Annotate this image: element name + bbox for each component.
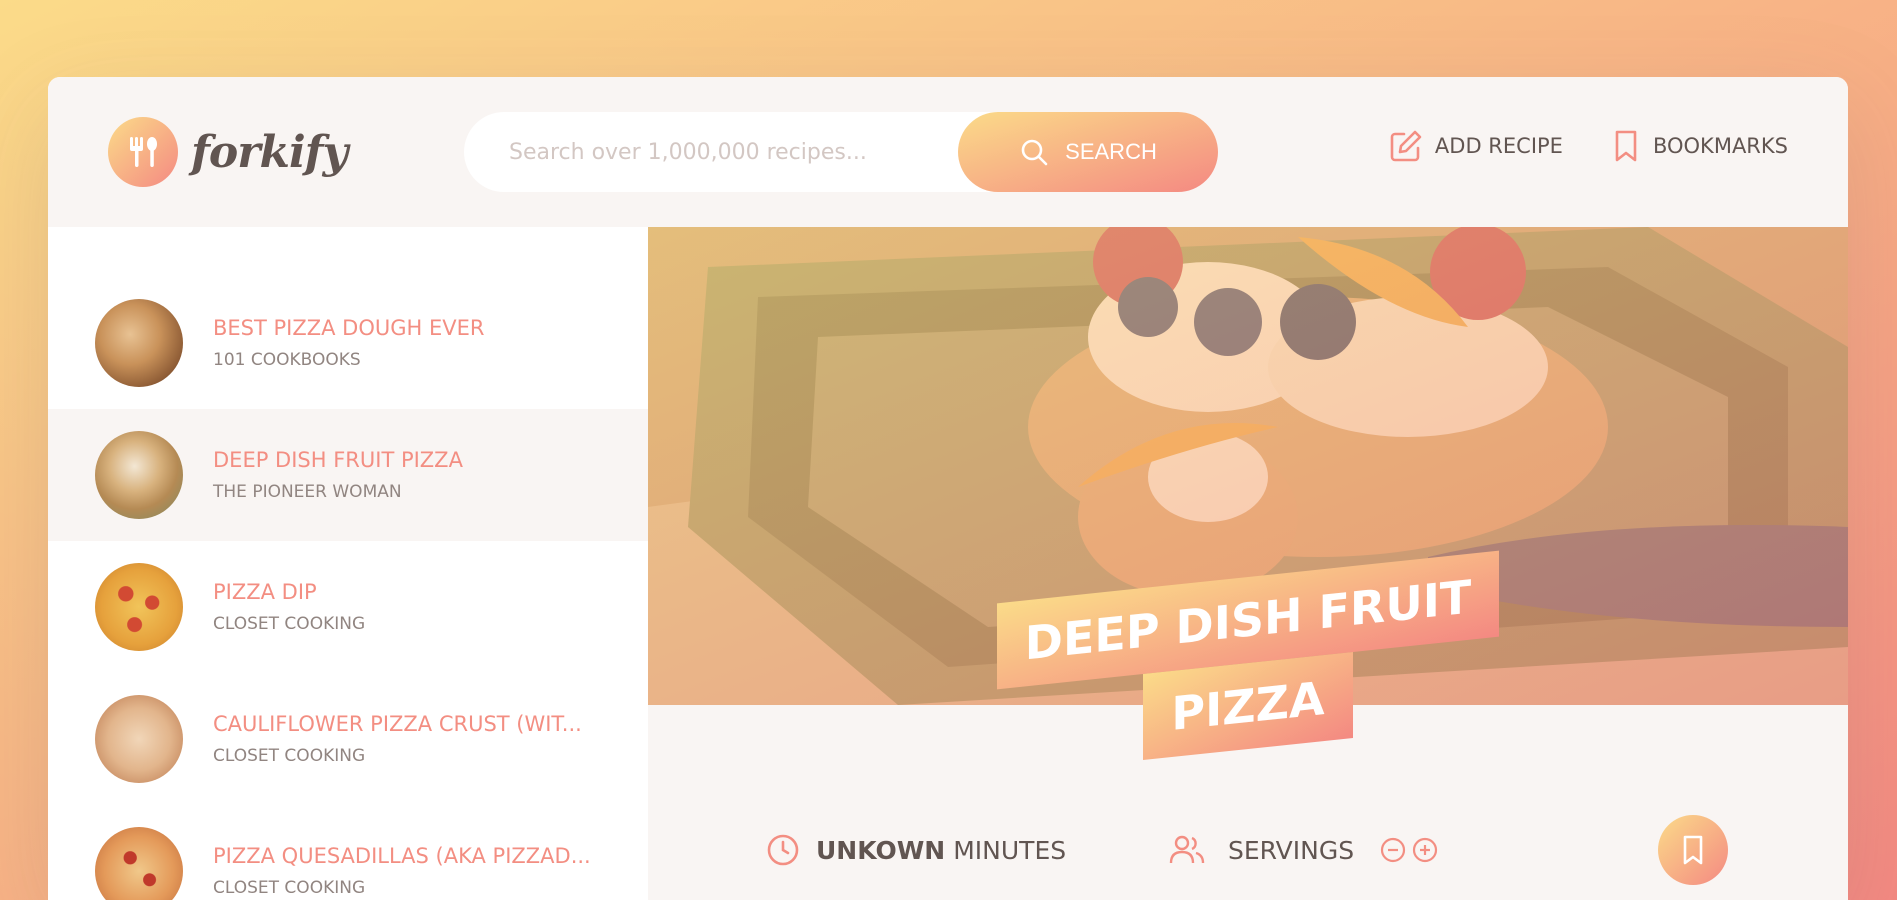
result-publisher: CLOSET COOKING [213, 614, 366, 634]
recipe-thumbnail [95, 299, 183, 387]
result-item[interactable]: CAULIFLOWER PIZZA CRUST (WIT... CLOSET C… [48, 673, 648, 805]
result-item[interactable]: PIZZA QUESADILLAS (AKA PIZZAD... CLOSET … [48, 805, 648, 900]
search-icon [1021, 139, 1048, 166]
header: forkify SEARCH ADD RECIPE [48, 77, 1848, 227]
fork-spoon-icon [108, 117, 178, 187]
add-recipe-label: ADD RECIPE [1434, 134, 1563, 158]
recipe-thumbnail [95, 695, 183, 783]
search-bar: SEARCH [464, 112, 1218, 192]
recipe-view: DEEP DISH FRUIT PIZZA UNKOWN MINUTES SER… [648, 227, 1848, 900]
recipe-thumbnail [95, 431, 183, 519]
app-container: forkify SEARCH ADD RECIPE [48, 77, 1848, 900]
recipe-thumbnail [95, 563, 183, 651]
edit-icon [1390, 130, 1422, 162]
users-icon [1169, 835, 1205, 864]
nav: ADD RECIPE BOOKMARKS [1341, 129, 1788, 163]
time-unit: MINUTES [953, 835, 1067, 865]
servings: SERVINGS [1168, 833, 1438, 867]
result-title: BEST PIZZA DOUGH EVER [213, 316, 485, 340]
recipe-thumbnail [95, 827, 183, 900]
result-title: DEEP DISH FRUIT PIZZA [213, 448, 463, 472]
bookmark-icon [1615, 130, 1637, 162]
search-button-label: SEARCH [1065, 139, 1157, 164]
result-publisher: THE PIONEER WOMAN [213, 482, 402, 502]
logo[interactable]: forkify [108, 117, 348, 187]
logo-text: forkify [191, 126, 348, 178]
add-recipe-button[interactable]: ADD RECIPE [1389, 129, 1563, 163]
bookmarks-label: BOOKMARKS [1652, 134, 1788, 158]
search-button[interactable]: SEARCH [958, 112, 1218, 192]
time-value: UNKOWN [816, 835, 946, 865]
result-title: CAULIFLOWER PIZZA CRUST (WIT... [213, 712, 582, 736]
cooking-time: UNKOWN MINUTES [766, 833, 1066, 867]
minus-circle-icon[interactable] [1380, 837, 1406, 863]
result-item[interactable]: BEST PIZZA DOUGH EVER 101 COOKBOOKS [48, 277, 648, 409]
result-publisher: CLOSET COOKING [213, 746, 366, 766]
result-title: PIZZA QUESADILLAS (AKA PIZZAD... [213, 844, 591, 868]
result-publisher: CLOSET COOKING [213, 878, 366, 898]
bookmark-icon [1683, 835, 1703, 865]
servings-label: SERVINGS [1228, 835, 1355, 865]
clock-icon [767, 834, 799, 866]
bookmarks-button[interactable]: BOOKMARKS [1611, 129, 1788, 163]
result-title: PIZZA DIP [213, 580, 317, 604]
result-item-active[interactable]: DEEP DISH FRUIT PIZZA THE PIONEER WOMAN [48, 409, 648, 541]
search-input[interactable] [509, 139, 949, 165]
result-item[interactable]: PIZZA DIP CLOSET COOKING [48, 541, 648, 673]
search-results: BEST PIZZA DOUGH EVER 101 COOKBOOKS DEEP… [48, 227, 648, 900]
plus-circle-icon[interactable] [1412, 837, 1438, 863]
result-publisher: 101 COOKBOOKS [213, 350, 361, 370]
bookmark-recipe-button[interactable] [1658, 815, 1728, 885]
